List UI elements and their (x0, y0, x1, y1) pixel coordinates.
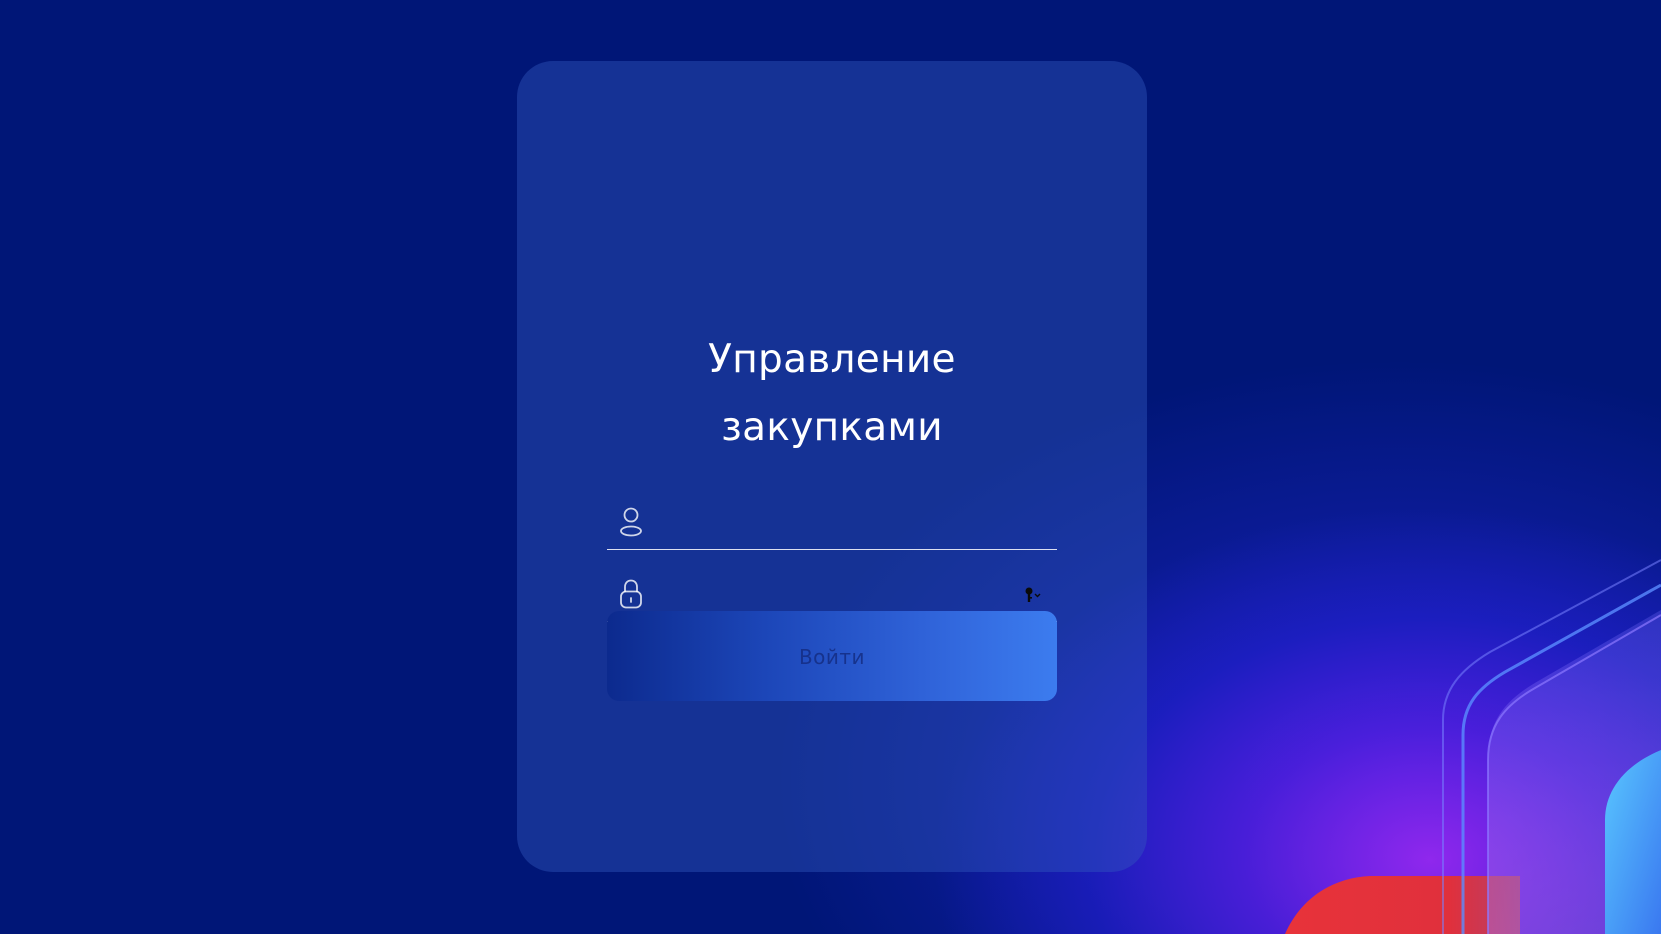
title-line-1: Управление (708, 337, 956, 382)
login-button-label: Войти (798, 645, 866, 669)
title-line-2: закупками (721, 405, 943, 450)
username-field (607, 499, 1057, 550)
login-card: Управление закупками Войти (517, 61, 1147, 872)
login-button[interactable]: Войти (607, 611, 1057, 701)
username-input[interactable] (661, 503, 1035, 545)
page-title: Управление закупками (517, 326, 1147, 462)
lock-icon (620, 579, 642, 609)
key-icon[interactable] (1023, 586, 1045, 604)
user-icon (620, 507, 642, 537)
red-decor-shape (1285, 876, 1520, 934)
